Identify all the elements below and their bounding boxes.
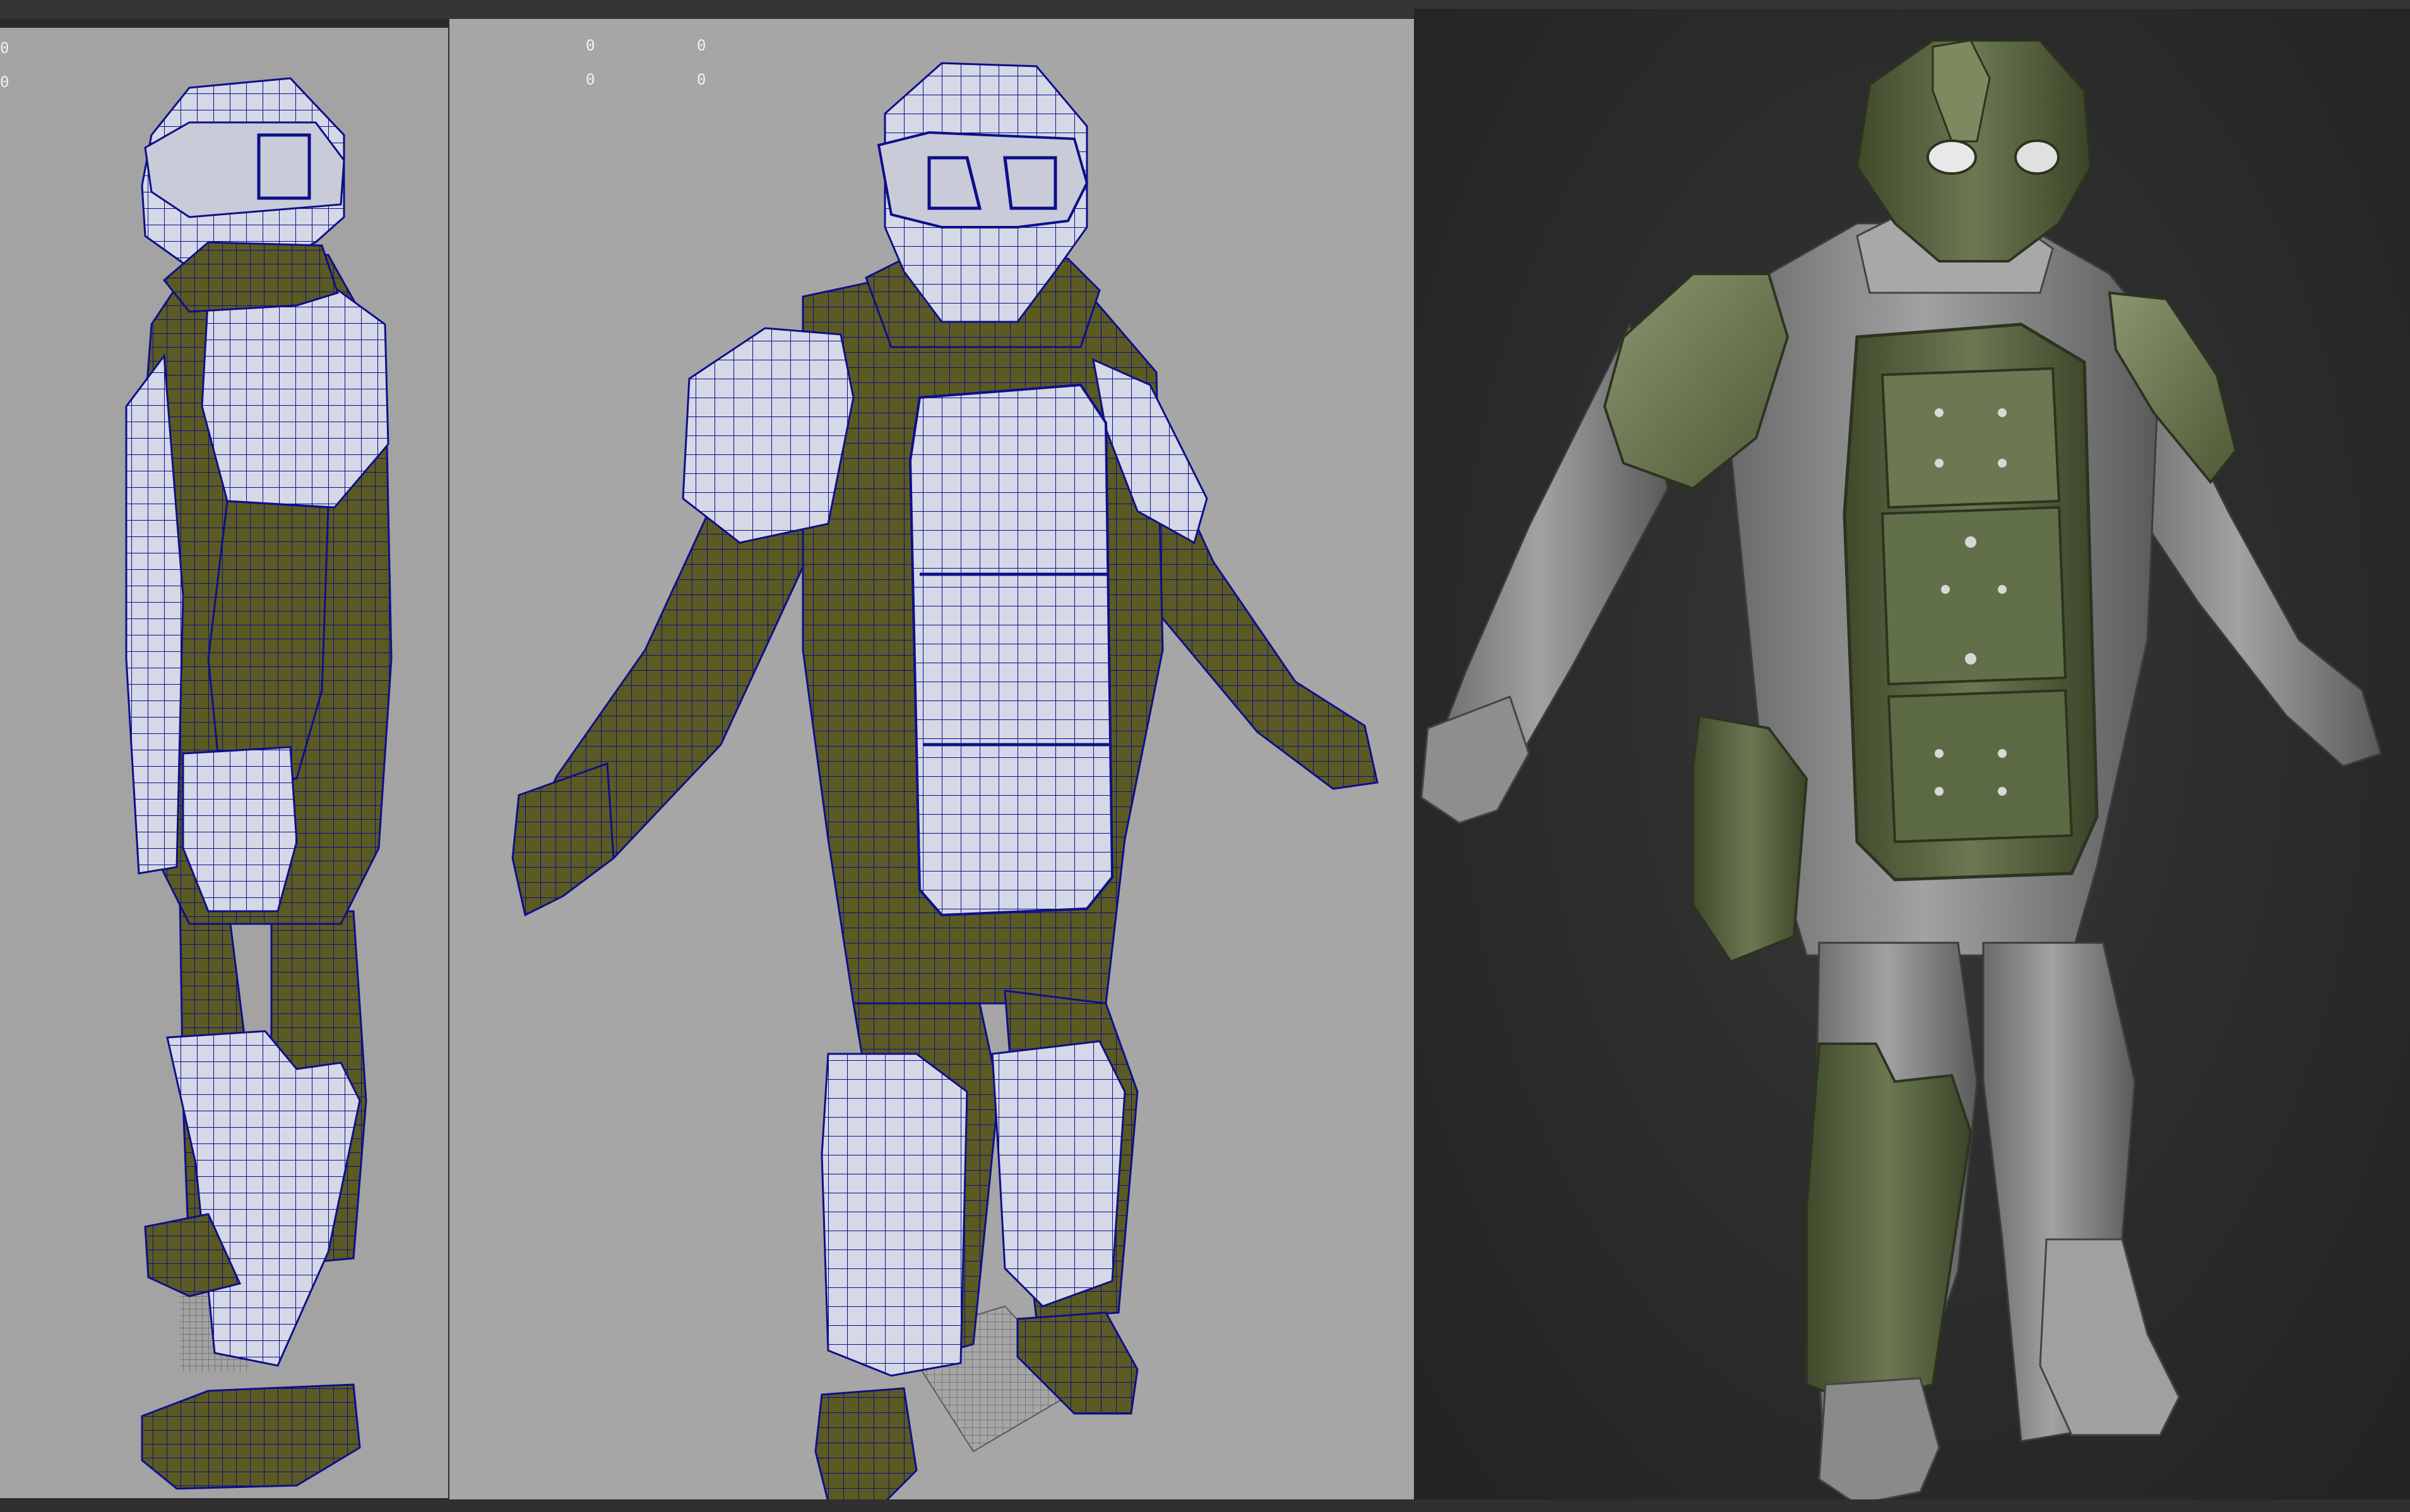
bottom-bar	[0, 1499, 2410, 1512]
hud-value-d: 0	[697, 71, 706, 88]
side-viewport[interactable]: 0 0	[0, 28, 449, 1498]
hud-value-a: 0	[586, 37, 595, 54]
modeling-workspace: 0 0 0 0 0 0	[0, 0, 2410, 1512]
wireframe-soldier-front-icon[interactable]	[449, 19, 1415, 1506]
hud-value-b: 0	[697, 37, 706, 54]
hud-value-c: 0	[586, 71, 595, 88]
sculpted-soldier-icon[interactable]	[1415, 9, 2410, 1512]
perspective-viewport[interactable]: 0 0 0 0	[449, 19, 1415, 1506]
hud-value-1: 0	[0, 39, 9, 57]
sculpt-viewport[interactable]	[1415, 9, 2410, 1512]
wireframe-soldier-side-icon[interactable]	[0, 28, 449, 1498]
hud-value-2: 0	[0, 73, 9, 91]
